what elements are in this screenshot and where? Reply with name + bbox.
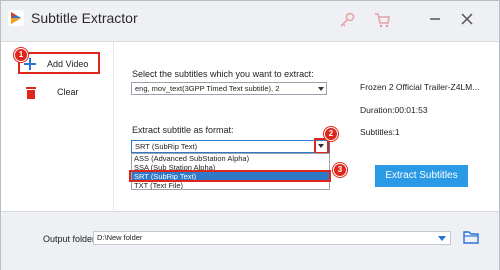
subtitle-track-value: eng, mov_text(3GPP Timed Text subtitle),…: [135, 84, 280, 93]
title-bar: Subtitle Extractor: [1, 1, 499, 42]
video-duration: Duration:00:01:53: [360, 105, 428, 115]
format-option[interactable]: ASS (Advanced SubStation Alpha): [132, 154, 329, 163]
output-folder-path: D:\New folder: [97, 233, 143, 242]
add-video-highlight: [18, 52, 100, 74]
dropdown-arrow-highlight[interactable]: [314, 138, 329, 154]
format-select[interactable]: SRT (SubRip Text): [131, 140, 330, 153]
clear-button[interactable]: Clear: [23, 81, 79, 103]
cart-icon[interactable]: [373, 11, 391, 29]
key-icon[interactable]: [338, 11, 356, 29]
chevron-down-icon: [438, 236, 446, 241]
app-logo-icon: [8, 10, 24, 26]
srt-option-highlight: [129, 170, 331, 182]
extract-subtitles-button[interactable]: Extract Subtitles: [375, 165, 468, 187]
format-option[interactable]: TXT (Text File): [132, 181, 329, 189]
step-badge-1: 1: [14, 48, 28, 62]
clear-label: Clear: [57, 87, 79, 97]
step-badge-2: 2: [324, 127, 338, 141]
subtitle-track-select[interactable]: eng, mov_text(3GPP Timed Text subtitle),…: [131, 82, 327, 95]
minimize-icon[interactable]: [425, 9, 445, 29]
trash-icon: [26, 86, 36, 99]
folder-icon[interactable]: [463, 230, 479, 244]
subtitle-count: Subtitles:1: [360, 127, 400, 137]
video-filename: Frozen 2 Official Trailer-Z4LM...: [360, 82, 480, 92]
output-folder-input[interactable]: D:\New folder: [93, 231, 451, 245]
output-folder-label: Output folder:: [43, 234, 98, 244]
chevron-down-icon: [318, 87, 324, 91]
select-subtitles-label: Select the subtitles which you want to e…: [132, 69, 314, 79]
dropdown-arrow-icon: [318, 144, 324, 148]
step-badge-3: 3: [333, 163, 347, 177]
format-value: SRT (SubRip Text): [135, 142, 198, 151]
app-window: Subtitle Extractor Add Video 1 Clear Sel…: [0, 0, 500, 270]
output-bar: Output folder: D:\New folder: [1, 211, 499, 270]
window-title: Subtitle Extractor: [31, 10, 138, 26]
format-label: Extract subtitle as format:: [132, 125, 234, 135]
close-icon[interactable]: [457, 9, 477, 29]
